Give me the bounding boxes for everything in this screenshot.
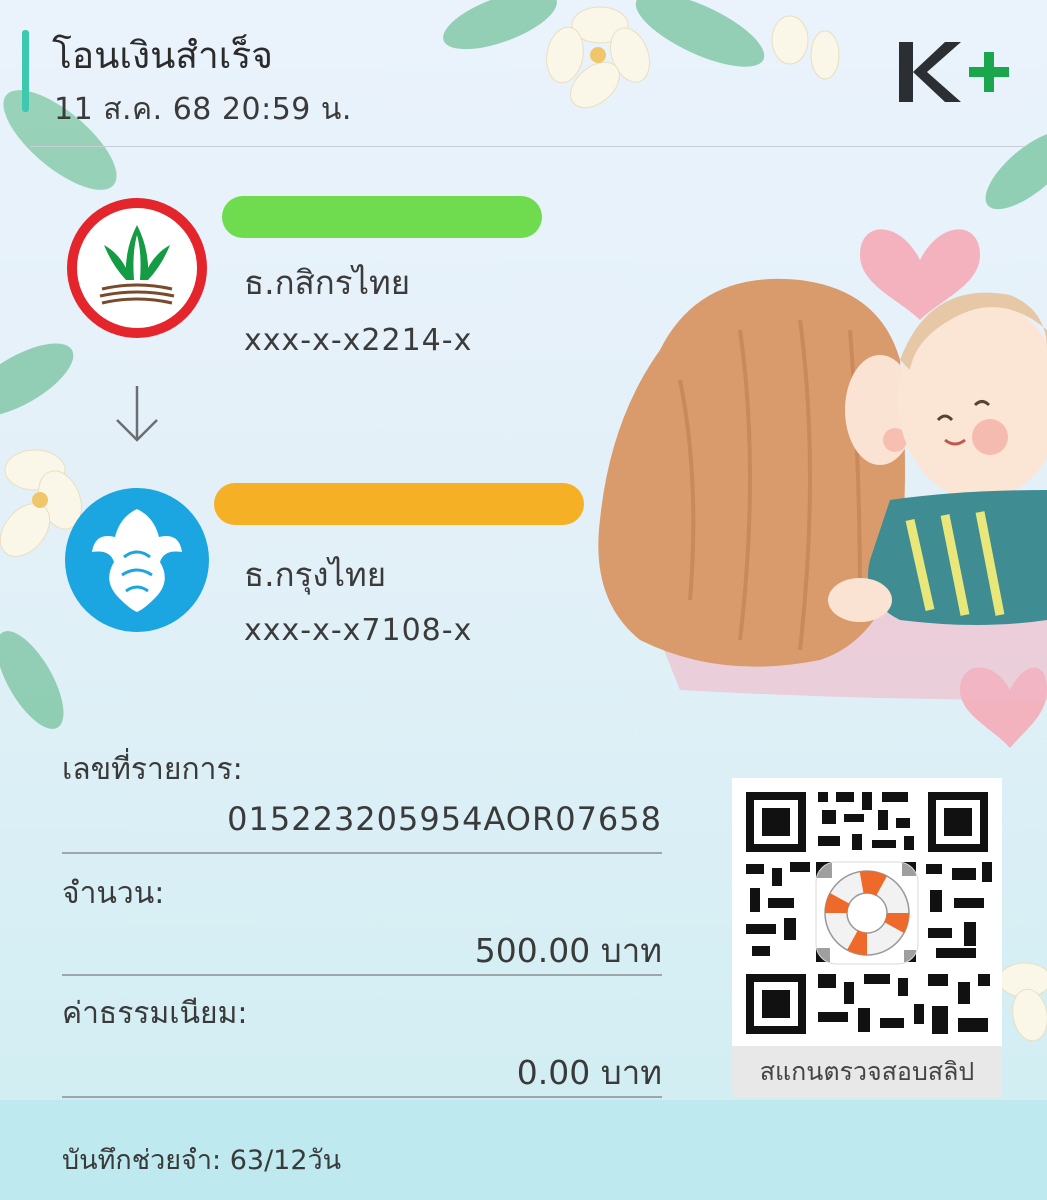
sender-name-redacted — [222, 196, 542, 238]
kplus-logo-icon — [899, 42, 1009, 102]
amount-value: 500.00 บาท — [474, 931, 662, 970]
receiver-name-redacted — [214, 483, 584, 525]
sender-bank-name: ธ.กสิกรไทย — [244, 263, 411, 302]
reference-number: 015223205954AOR07658 — [227, 800, 662, 838]
memo-text: บันทึกช่วยจำ: 63/12วัน — [62, 1145, 342, 1176]
krungthai-bank-logo-icon — [65, 488, 209, 632]
divider — [62, 974, 662, 976]
header-divider — [30, 146, 1025, 147]
fee-value: 0.00 บาท — [516, 1053, 662, 1092]
title-accent-bar — [22, 30, 29, 112]
fee-label: ค่าธรรมเนียม: — [62, 996, 248, 1031]
page-title: โอนเงินสำเร็จ — [52, 34, 273, 77]
receiver-account-number: xxx-x-x7108-x — [244, 613, 473, 648]
amount-label: จำนวน: — [62, 876, 165, 911]
transfer-datetime: 11 ส.ค. 68 20:59 น. — [54, 92, 352, 127]
lifebuoy-icon — [815, 861, 919, 965]
divider — [62, 852, 662, 854]
arrow-down-icon — [116, 386, 158, 442]
divider — [62, 1096, 662, 1098]
qr-scan-caption: สแกนตรวจสอบสลิป — [732, 1046, 1002, 1098]
kasikorn-bank-logo-icon — [67, 198, 207, 338]
receiver-bank-name: ธ.กรุงไทย — [244, 555, 387, 594]
reference-label: เลขที่รายการ: — [62, 752, 243, 787]
sender-account-number: xxx-x-x2214-x — [244, 323, 473, 358]
transfer-slip: โอนเงินสำเร็จ 11 ส.ค. 68 20:59 น. ธ.กสิก… — [0, 0, 1047, 1200]
